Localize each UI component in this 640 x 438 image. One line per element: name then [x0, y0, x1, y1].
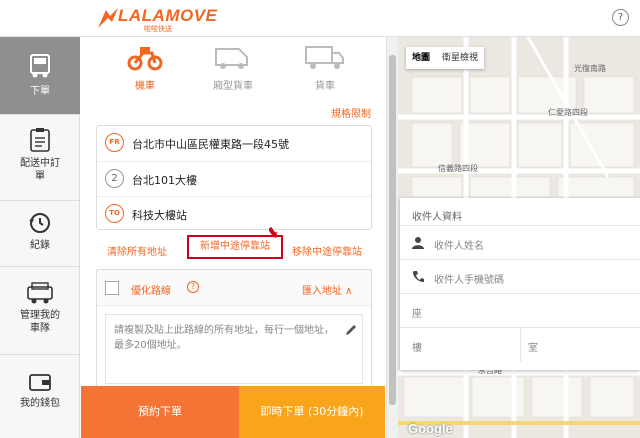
- top-header: LALAMOVE 啦啦快送 ?: [0, 0, 640, 37]
- vehicle-tab-van[interactable]: 廂型貨車: [193, 43, 273, 92]
- pickup-pin-icon: FR: [105, 133, 124, 152]
- route-options: 優化路線 ? 匯入地址 ∧ 請複製及貼上此路線的所有地址，每行一個地址，最多20…: [96, 269, 372, 389]
- vehicle-label: 機車: [135, 81, 155, 92]
- vehicle-tabs: 機車 廂型貨車 貨車: [81, 37, 385, 99]
- floor-placeholder[interactable]: 樓: [412, 339, 422, 354]
- person-icon: [412, 237, 424, 249]
- sidebar-item-fleet[interactable]: 管理我的車隊: [0, 267, 80, 355]
- pencil-icon[interactable]: [344, 323, 358, 337]
- scrollbar-thumb[interactable]: [389, 55, 396, 405]
- map-type-satellite[interactable]: 衛星檢視: [436, 47, 484, 69]
- phone-icon: [413, 271, 424, 282]
- remove-stop-link[interactable]: 移除中途停靠站: [292, 243, 362, 258]
- sidebar-label: 管理我的車隊: [20, 310, 60, 334]
- stop-address[interactable]: 台北101大樓: [132, 172, 197, 188]
- google-logo: Google: [408, 421, 453, 436]
- add-stop-button[interactable]: 新增中途停靠站: [187, 235, 283, 259]
- recipient-phone-field[interactable]: 收件人手機號碼: [400, 259, 640, 293]
- wallet-icon: [29, 374, 51, 391]
- stops-list: FR 台北市中山區民權東路一段45號 2 台北101大樓 TO 科技大樓站: [96, 125, 372, 230]
- map-type-control: 地圖 衛星檢視: [406, 47, 485, 69]
- stop-row[interactable]: TO 科技大樓站: [97, 196, 371, 230]
- motorcycle-icon: [127, 47, 163, 71]
- stop-row[interactable]: FR 台北市中山區民權東路一段45號: [97, 126, 371, 160]
- seat-placeholder: 座: [412, 309, 422, 320]
- optimize-route-checkbox[interactable]: [105, 281, 119, 295]
- paste-placeholder: 請複製及貼上此路線的所有地址，每行一個地址，最多20個地址。: [114, 325, 334, 351]
- panel-scrollbar[interactable]: [386, 37, 398, 438]
- logo-bird-icon: [98, 8, 118, 28]
- order-now-button[interactable]: 即時下單 (30分鐘內): [239, 386, 385, 438]
- room-placeholder[interactable]: 室: [528, 339, 538, 354]
- recipient-card: 收件人資料 收件人姓名 收件人手機號碼 座 樓 室: [400, 198, 640, 370]
- waypoint-pin-icon: 2: [105, 169, 124, 188]
- order-panel: 機車 廂型貨車 貨車 規格限制 FR 台北市中山區民權東路一段45號 2 台北1…: [81, 37, 385, 438]
- dropoff-pin-icon: TO: [105, 204, 124, 223]
- recipient-title: 收件人資料: [412, 212, 462, 223]
- lalamove-logo[interactable]: LALAMOVE 啦啦快送: [96, 6, 226, 34]
- logo-subtext: 啦啦快送: [144, 25, 172, 33]
- recipient-name-placeholder: 收件人姓名: [434, 241, 484, 252]
- street-label: 信義路四段: [438, 164, 478, 173]
- clipboard-icon: [30, 128, 50, 152]
- recipient-seat-field[interactable]: 座: [400, 293, 640, 327]
- sidebar-item-wallet[interactable]: 我的錢包: [0, 355, 80, 438]
- spec-limit-link[interactable]: 規格限制: [331, 105, 371, 120]
- street-label: 仁愛路四段: [548, 108, 588, 117]
- vehicle-label: 廂型貨車: [213, 81, 253, 92]
- sidebar-item-active-orders[interactable]: 配送中訂單: [0, 115, 80, 201]
- sidebar-label: 紀錄: [30, 240, 50, 251]
- clear-addresses-link[interactable]: 清除所有地址: [107, 243, 167, 258]
- sidebar-label: 配送中訂單: [20, 158, 60, 182]
- recipient-name-field[interactable]: 收件人姓名: [400, 225, 640, 259]
- recipient-phone-placeholder: 收件人手機號碼: [434, 275, 504, 286]
- street-label: 光復南路: [574, 64, 606, 73]
- vehicle-tab-lorry[interactable]: 貨車: [285, 43, 365, 92]
- van-icon: [215, 48, 248, 69]
- help-circle-icon[interactable]: ?: [187, 281, 199, 293]
- logo-text: LALAMOVE: [118, 6, 218, 25]
- vehicle-tab-motorcycle[interactable]: 機車: [105, 43, 185, 92]
- stop-address[interactable]: 台北市中山區民權東路一段45號: [132, 136, 289, 152]
- help-button[interactable]: ?: [612, 9, 629, 26]
- stop-row[interactable]: 2 台北101大樓: [97, 161, 371, 195]
- fleet-icon: [27, 282, 53, 304]
- stop-address[interactable]: 科技大樓站: [132, 207, 187, 223]
- paste-addresses-textarea[interactable]: 請複製及貼上此路線的所有地址，每行一個地址，最多20個地址。: [105, 314, 363, 384]
- schedule-order-button[interactable]: 預約下單: [81, 386, 239, 438]
- optimize-row: 優化路線 ? 匯入地址 ∧: [97, 270, 371, 306]
- map-type-map[interactable]: 地圖: [406, 47, 436, 69]
- sidebar-item-place-order[interactable]: 下單: [0, 37, 80, 115]
- optimize-route-label: 優化路線: [131, 286, 171, 297]
- truck-icon: [30, 54, 50, 78]
- sidebar-item-history[interactable]: 紀錄: [0, 201, 80, 267]
- sidebar-label: 我的錢包: [20, 398, 60, 409]
- sidebar-label: 下單: [30, 86, 50, 97]
- lorry-icon: [305, 46, 344, 69]
- vehicle-label: 貨車: [315, 81, 335, 92]
- recipient-floor-room-row: 樓 室: [400, 327, 640, 362]
- import-addresses-toggle[interactable]: 匯入地址 ∧: [302, 282, 353, 297]
- history-icon: [29, 213, 50, 233]
- field-divider: [520, 328, 521, 362]
- sidebar: 下單 配送中訂單 紀錄 管理我的車隊 我的錢包: [0, 37, 80, 438]
